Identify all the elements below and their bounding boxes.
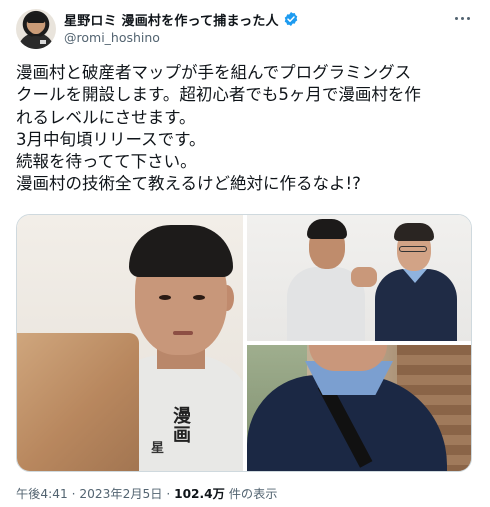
tweet-time[interactable]: 午後4:41 <box>16 487 68 501</box>
name-row: 星野ロミ 漫画村を作って捕まった人 <box>64 10 299 29</box>
tweet-date[interactable]: 2023年2月5日 <box>79 487 162 501</box>
view-count-label: 件の表示 <box>224 487 278 501</box>
media-grid: 漫画 星 <box>16 214 472 472</box>
tweet: 星野ロミ 漫画村を作って捕まった人 @romi_hoshino 漫画村と破産者マ… <box>0 0 490 507</box>
meta-separator: · <box>67 487 80 501</box>
person-a-hair <box>307 219 347 239</box>
photo-man-at-laptop[interactable]: 漫画 星 <box>17 215 243 471</box>
fist-bump <box>351 267 377 287</box>
avatar-hair <box>27 14 45 23</box>
mouth <box>173 331 193 335</box>
glasses <box>399 246 427 252</box>
avatar[interactable] <box>16 9 56 49</box>
hair <box>129 225 233 277</box>
tweet-meta: 午後4:41 · 2023年2月5日 · 102.4万 件の表示 <box>16 484 277 502</box>
eye <box>193 295 205 300</box>
tweet-text: 漫画村と破産者マップが手を組んでプログラミングス クールを開設します。超初心者で… <box>16 62 478 196</box>
avatar-shirt-mark <box>40 40 46 44</box>
display-name[interactable]: 星野ロミ 漫画村を作って捕まった人 <box>64 10 279 29</box>
hoodie-print: 漫画 <box>173 406 191 446</box>
verified-badge-icon <box>284 12 298 26</box>
hoodie-print-2: 星 <box>151 441 165 456</box>
view-count: 102.4万 <box>174 487 225 501</box>
tweet-text-line: クールを開設します。超初心者でも5ヶ月で漫画村を作 <box>16 85 421 105</box>
tweet-text-line: れるレベルにさせます。 <box>16 107 196 127</box>
photo-man-in-sweater[interactable] <box>247 345 471 471</box>
laptop <box>17 333 139 471</box>
eye <box>159 295 171 300</box>
tweet-text-line: 続報を待ってて下さい。 <box>16 152 197 172</box>
more-options-icon[interactable] <box>452 10 472 26</box>
photo-two-men-fist-bump[interactable] <box>247 215 471 341</box>
tweet-text-line: 漫画村の技術全て教えるけど絶対に作るなよ!? <box>16 174 361 194</box>
user-handle[interactable]: @romi_hoshino <box>64 30 160 45</box>
person-b-hair <box>394 223 434 241</box>
avatar-body <box>20 36 52 49</box>
tweet-text-line: 漫画村と破産者マップが手を組んでプログラミングス <box>16 63 412 82</box>
meta-separator: · <box>162 487 175 501</box>
tweet-text-line: 3月中旬頃リリースです。 <box>16 129 206 149</box>
